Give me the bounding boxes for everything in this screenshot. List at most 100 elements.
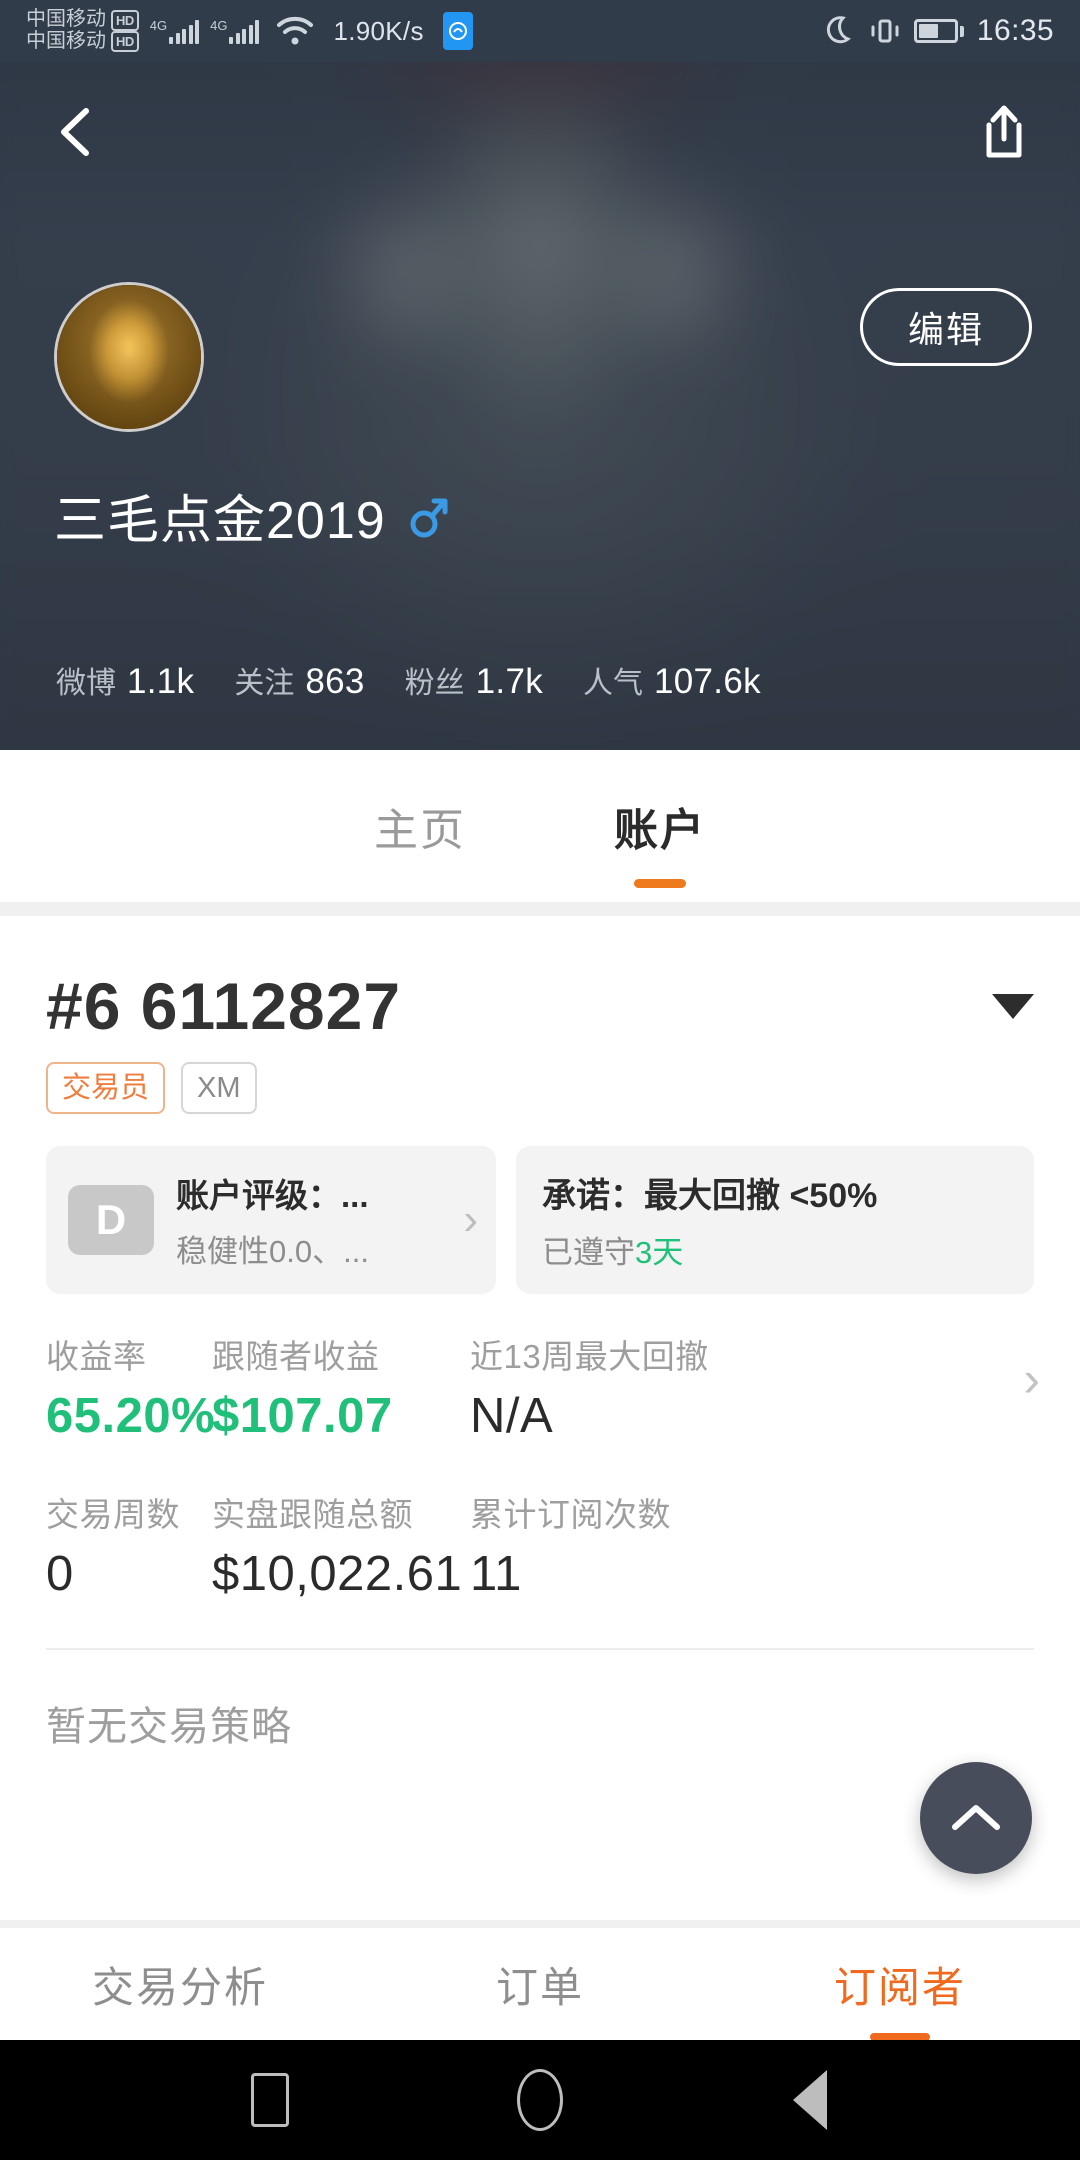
tab-account[interactable]: 账户 bbox=[614, 794, 706, 888]
metric-total-subscriptions: 累计订阅次数 11 bbox=[470, 1488, 1034, 1602]
do-not-disturb-moon-icon bbox=[826, 16, 851, 44]
battery-icon bbox=[913, 19, 964, 43]
tab-trade-analysis[interactable]: 交易分析 bbox=[0, 1954, 360, 2015]
status-bar-left: 中国移动 HD 中国移动 HD 4G 4G 1.90K/s bbox=[26, 9, 473, 53]
share-icon bbox=[986, 105, 1022, 158]
badge-broker: XM bbox=[181, 1062, 257, 1115]
stat-following-label: 关注 bbox=[234, 667, 295, 700]
profile-tabs: 主页 账户 bbox=[0, 750, 1080, 902]
back-nav-button[interactable] bbox=[775, 2065, 845, 2135]
stat-popularity-value: 107.6k bbox=[654, 662, 761, 701]
tab-account-indicator bbox=[634, 879, 686, 888]
account-title: #6 6112827 bbox=[46, 969, 402, 1043]
stat-popularity-label: 人气 bbox=[583, 667, 644, 700]
metric-max-drawdown-value: N/A bbox=[470, 1389, 554, 1444]
battery-fill bbox=[918, 24, 938, 38]
home-circle-icon bbox=[517, 2069, 563, 2131]
edit-profile-button[interactable]: 编辑 bbox=[860, 288, 1032, 366]
metrics-row-1[interactable]: 收益率 65.20% 跟随者收益 $107.07 近13周最大回撤 N/A › bbox=[46, 1330, 1040, 1444]
account-summary-cards: D 账户评级：... 稳健性0.0、... › 承诺：最大回撤 <50% 已遵守… bbox=[0, 1114, 1080, 1295]
hero-nav-bar bbox=[0, 92, 1080, 172]
share-button[interactable] bbox=[968, 96, 1040, 168]
metric-total-copy-amount-label: 实盘跟随总额 bbox=[212, 1496, 413, 1534]
promise-card-status: 已遵守3天 bbox=[542, 1227, 683, 1272]
hd-badge-2: HD bbox=[111, 31, 139, 53]
tab-orders[interactable]: 订单 bbox=[360, 1954, 720, 2015]
rating-card-subtitle: 稳健性0.0、... bbox=[176, 1234, 369, 1270]
metric-max-drawdown: 近13周最大回撤 N/A bbox=[470, 1330, 1034, 1444]
empty-strategy-text: 暂无交易策略 bbox=[46, 1705, 292, 1750]
promise-card-title: 承诺：最大回撤 <50% bbox=[542, 1177, 878, 1216]
status-bar-right: 16:35 bbox=[826, 14, 1054, 48]
stat-followers-value: 1.7k bbox=[475, 662, 544, 701]
avatar[interactable] bbox=[54, 282, 204, 432]
back-button[interactable] bbox=[40, 96, 112, 168]
stat-following[interactable]: 关注 863 bbox=[234, 658, 364, 702]
metric-follower-profit: 跟随者收益 $107.07 bbox=[212, 1330, 470, 1444]
metric-follower-profit-value: $107.07 bbox=[212, 1389, 393, 1444]
edit-profile-label: 编辑 bbox=[907, 309, 984, 350]
recents-button[interactable] bbox=[235, 2065, 305, 2135]
chevron-up-icon bbox=[952, 1805, 1000, 1830]
metric-trading-weeks-value: 0 bbox=[46, 1547, 74, 1602]
metric-return-rate: 收益率 65.20% bbox=[46, 1330, 216, 1444]
account-section-tabs: 交易分析 订单 订阅者 bbox=[0, 1928, 1080, 2041]
metric-total-subscriptions-value: 11 bbox=[470, 1547, 522, 1602]
metric-return-rate-label: 收益率 bbox=[46, 1338, 147, 1376]
rating-card-texts: 账户评级：... 稳健性0.0、... bbox=[176, 1169, 369, 1271]
promise-card[interactable]: 承诺：最大回撤 <50% 已遵守3天 bbox=[516, 1146, 1034, 1295]
scroll-to-top-button[interactable] bbox=[920, 1762, 1032, 1874]
tab-homepage-label: 主页 bbox=[374, 806, 466, 855]
stat-weibo-label: 微博 bbox=[56, 667, 116, 700]
metric-total-copy-amount: 实盘跟随总额 $10,022.61 bbox=[212, 1488, 470, 1602]
account-header: #6 6112827 bbox=[0, 916, 1080, 1044]
signal-group-1: 4G bbox=[149, 18, 200, 44]
tab-homepage[interactable]: 主页 bbox=[374, 794, 466, 858]
carrier-name-2: 中国移动 bbox=[26, 30, 106, 52]
metric-trading-weeks: 交易周数 0 bbox=[46, 1488, 212, 1602]
bottom-tabs-divider bbox=[0, 1920, 1080, 1928]
metric-max-drawdown-label: 近13周最大回撤 bbox=[470, 1338, 709, 1376]
cloud-app-glyph-icon bbox=[448, 22, 467, 40]
metric-return-rate-value: 65.20% bbox=[46, 1389, 216, 1444]
recents-square-icon bbox=[251, 2073, 289, 2127]
username: 三毛点金2019 bbox=[54, 492, 386, 550]
phone-screen: 编辑 三毛点金2019 微博 1.1k 关注 863 粉丝 1.7k 人气 10… bbox=[0, 0, 1080, 2160]
tab-trade-analysis-label: 交易分析 bbox=[91, 1963, 268, 2011]
signal-group-2: 4G bbox=[210, 18, 260, 44]
account-dropdown-caret-icon[interactable] bbox=[992, 993, 1034, 1019]
account-panel: #6 6112827 交易员 XM D 账户评级：... 稳健性0.0、... … bbox=[0, 916, 1080, 1920]
clock: 16:35 bbox=[976, 14, 1054, 47]
metric-total-copy-amount-value: $10,022.61 bbox=[212, 1547, 463, 1602]
stat-followers[interactable]: 粉丝 1.7k bbox=[405, 658, 543, 702]
carrier-stack: 中国移动 HD 中国移动 HD bbox=[26, 9, 139, 53]
avatar-image bbox=[57, 285, 201, 429]
battery-body bbox=[913, 19, 958, 43]
carrier-row-1: 中国移动 HD bbox=[26, 9, 139, 31]
stat-followers-label: 粉丝 bbox=[404, 667, 465, 700]
app-notification-icon bbox=[442, 12, 473, 50]
profile-hero: 编辑 三毛点金2019 微博 1.1k 关注 863 粉丝 1.7k 人气 10… bbox=[0, 0, 1080, 750]
stat-weibo[interactable]: 微博 1.1k bbox=[56, 658, 194, 702]
battery-cap bbox=[959, 25, 964, 37]
network-speed: 1.90K/s bbox=[333, 15, 424, 46]
hd-badge-1: HD bbox=[111, 9, 139, 31]
chevron-right-icon: › bbox=[463, 1195, 478, 1245]
metric-follower-profit-label: 跟随者收益 bbox=[212, 1338, 380, 1376]
male-gender-icon bbox=[410, 498, 448, 537]
stat-popularity[interactable]: 人气 107.6k bbox=[583, 658, 761, 702]
stat-weibo-value: 1.1k bbox=[127, 662, 195, 701]
wifi-icon bbox=[277, 16, 314, 45]
metrics-chevron-right-icon[interactable]: › bbox=[1023, 1350, 1040, 1408]
rating-card[interactable]: D 账户评级：... 稳健性0.0、... › bbox=[46, 1146, 496, 1295]
home-button[interactable] bbox=[505, 2065, 575, 2135]
status-bar: 中国移动 HD 中国移动 HD 4G 4G 1.90K/s 16:35 bbox=[0, 0, 1080, 62]
network-type-1: 4G bbox=[149, 18, 168, 33]
profile-stats: 微博 1.1k 关注 863 粉丝 1.7k 人气 107.6k bbox=[56, 658, 761, 702]
back-chevron-icon bbox=[61, 108, 89, 156]
tab-subscribers[interactable]: 订阅者 bbox=[720, 1954, 1080, 2041]
metric-total-subscriptions-label: 累计订阅次数 bbox=[470, 1496, 671, 1534]
tab-subscribers-label: 订阅者 bbox=[833, 1963, 966, 2011]
rating-grade-badge: D bbox=[68, 1185, 154, 1256]
carrier-name-1: 中国移动 bbox=[26, 8, 106, 31]
